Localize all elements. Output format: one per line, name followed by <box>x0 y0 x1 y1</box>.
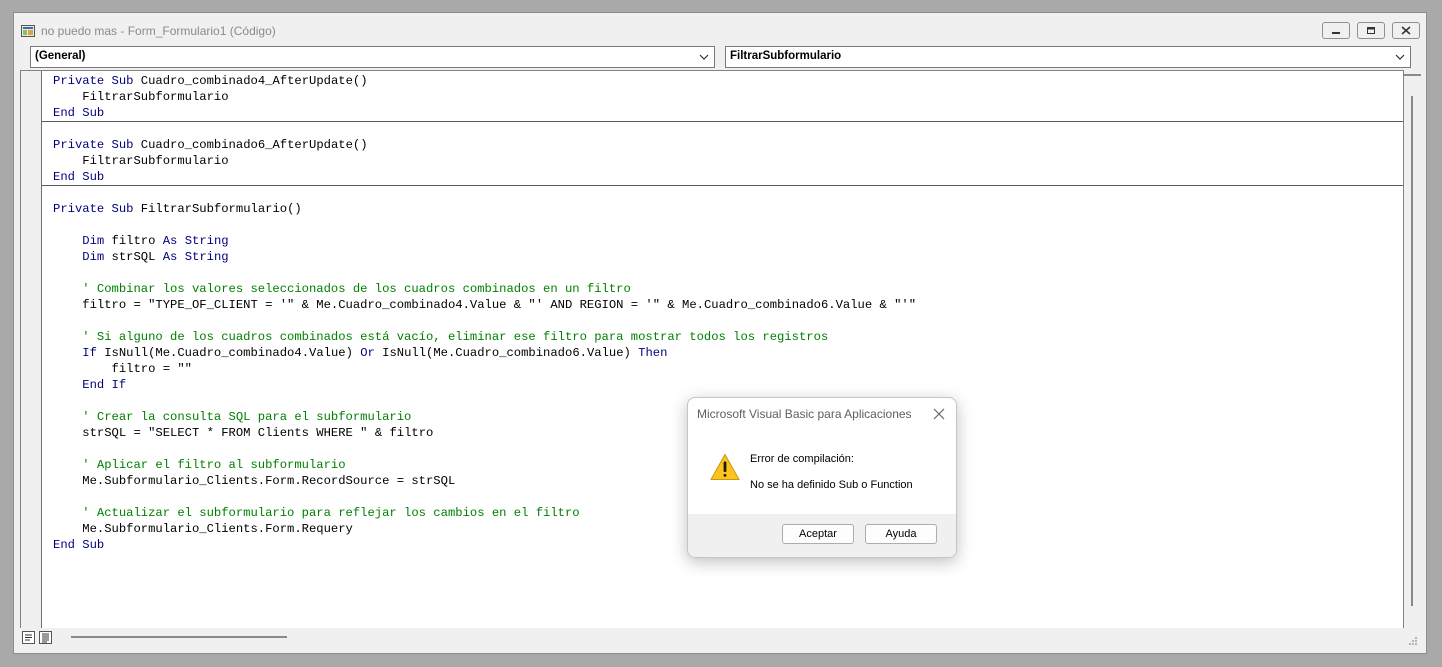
warning-icon <box>710 453 740 486</box>
procedure-combo[interactable]: FiltrarSubformulario <box>725 46 1411 68</box>
full-module-view-icon <box>39 631 52 644</box>
module-icon <box>21 24 35 37</box>
dialog-footer: Aceptar Ayuda <box>688 514 956 557</box>
restore-icon <box>1367 27 1375 34</box>
code-line[interactable] <box>53 121 1403 137</box>
restore-button[interactable] <box>1357 22 1385 39</box>
code-line[interactable] <box>53 313 1403 329</box>
dialog-message-title: Error de compilación: <box>750 453 854 465</box>
vertical-scroll-thumb[interactable] <box>1411 96 1413 606</box>
minimize-icon <box>1332 32 1340 34</box>
code-line[interactable]: FiltrarSubformulario <box>53 153 1403 169</box>
window-title: no puedo mas - Form_Formulario1 (Código) <box>41 24 276 38</box>
code-line[interactable]: End Sub <box>53 169 1403 185</box>
code-line[interactable]: Dim strSQL As String <box>53 249 1403 265</box>
code-line[interactable]: filtro = "" <box>53 361 1403 377</box>
close-icon <box>1401 26 1411 35</box>
code-line[interactable]: filtro = "TYPE_OF_CLIENT = '" & Me.Cuadr… <box>53 297 1403 313</box>
code-line[interactable]: Private Sub FiltrarSubformulario() <box>53 201 1403 217</box>
horizontal-scroll-thumb[interactable] <box>71 636 287 638</box>
code-line[interactable]: End Sub <box>53 105 1403 121</box>
margin-indicator-bar[interactable] <box>21 71 42 629</box>
splitter-handle[interactable] <box>1404 74 1421 76</box>
code-line[interactable]: Private Sub Cuadro_combinado4_AfterUpdat… <box>53 73 1403 89</box>
object-combo[interactable]: (General) <box>30 46 715 68</box>
dialog-close-button[interactable] <box>933 407 945 425</box>
dialog-title: Microsoft Visual Basic para Aplicaciones <box>697 407 912 421</box>
vertical-scrollbar[interactable] <box>1404 70 1421 630</box>
chevron-down-icon <box>1395 54 1405 60</box>
code-line[interactable] <box>53 185 1403 201</box>
title-bar[interactable]: no puedo mas - Form_Formulario1 (Código) <box>14 13 1426 45</box>
help-button[interactable]: Ayuda <box>865 524 937 544</box>
code-line[interactable]: ' Si alguno de los cuadros combinados es… <box>53 329 1403 345</box>
ok-button[interactable]: Aceptar <box>782 524 854 544</box>
chevron-down-icon <box>699 54 709 60</box>
close-icon <box>933 408 945 420</box>
procedure-view-icon <box>22 631 35 644</box>
code-line[interactable]: Private Sub Cuadro_combinado6_AfterUpdat… <box>53 137 1403 153</box>
object-combo-value: (General) <box>35 50 86 62</box>
code-line[interactable] <box>53 217 1403 233</box>
code-line[interactable]: End If <box>53 377 1403 393</box>
full-module-view-button[interactable] <box>39 631 52 644</box>
code-line[interactable]: FiltrarSubformulario <box>53 89 1403 105</box>
resize-grip-icon[interactable] <box>1408 636 1418 646</box>
error-dialog: Microsoft Visual Basic para Aplicaciones… <box>687 397 957 558</box>
code-line[interactable]: If IsNull(Me.Cuadro_combinado4.Value) Or… <box>53 345 1403 361</box>
procedure-view-button[interactable] <box>22 631 35 644</box>
code-line[interactable]: Dim filtro As String <box>53 233 1403 249</box>
minimize-button[interactable] <box>1322 22 1350 39</box>
dialog-message: No se ha definido Sub o Function <box>750 479 913 491</box>
code-line[interactable]: ' Combinar los valores seleccionados de … <box>53 281 1403 297</box>
code-line[interactable] <box>53 265 1403 281</box>
close-button[interactable] <box>1392 22 1420 39</box>
bottom-bar <box>20 628 1420 648</box>
procedure-combo-value: FiltrarSubformulario <box>730 50 842 62</box>
